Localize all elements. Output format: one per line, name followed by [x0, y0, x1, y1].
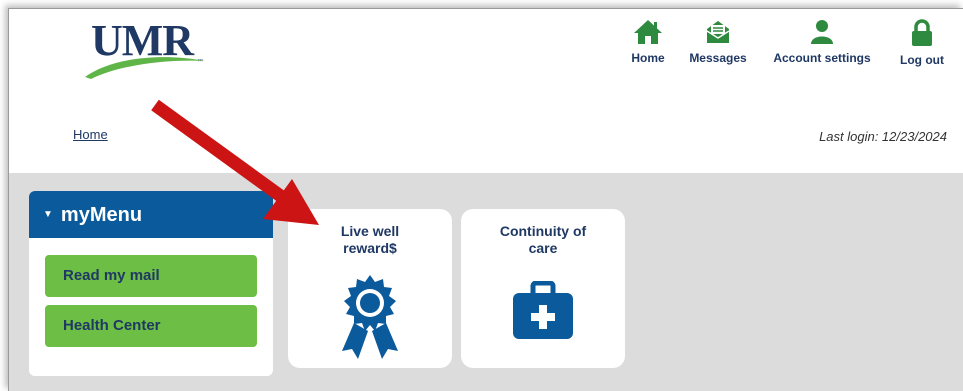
nav-messages-label: Messages [689, 51, 747, 65]
logo-swoosh-icon [85, 57, 205, 79]
lock-icon [912, 19, 932, 46]
nav-account-settings[interactable]: Account settings [767, 19, 877, 65]
envelope-icon [706, 21, 730, 43]
tile-live-well-rewards[interactable]: Live well reward$ [288, 209, 452, 368]
home-icon [634, 20, 662, 44]
breadcrumb-home-link[interactable]: Home [73, 127, 108, 142]
nav-home-label: Home [631, 51, 665, 65]
nav-log-out[interactable]: Log out [895, 19, 949, 67]
last-login-text: Last login: 12/23/2024 [819, 129, 947, 144]
award-ribbon-icon [342, 275, 398, 359]
nav-account-settings-label: Account settings [773, 51, 871, 65]
dashboard-content: ▼ myMenu Read my mail Health Center Live … [9, 173, 963, 391]
medical-kit-icon [513, 281, 573, 339]
tile-continuity-of-care-title: Continuity of care [499, 223, 587, 256]
tile-continuity-of-care[interactable]: Continuity of care [461, 209, 625, 368]
user-icon [811, 20, 833, 44]
mymenu-panel: ▼ myMenu Read my mail Health Center [29, 191, 273, 376]
nav-home[interactable]: Home [623, 19, 673, 65]
umr-logo[interactable]: UMR ™ [83, 15, 213, 81]
health-center-button[interactable]: Health Center [45, 305, 257, 347]
mymenu-title: myMenu [60, 204, 143, 226]
mymenu-header[interactable]: ▼ myMenu [29, 191, 273, 238]
nav-messages[interactable]: Messages [685, 19, 751, 65]
tile-live-well-rewards-title: Live well reward$ [340, 223, 400, 256]
nav-log-out-label: Log out [900, 53, 944, 67]
caret-down-icon: ▼ [43, 209, 53, 220]
read-my-mail-button[interactable]: Read my mail [45, 255, 257, 297]
app-frame: UMR ™ Home Messages Account settings Log… [8, 8, 963, 391]
